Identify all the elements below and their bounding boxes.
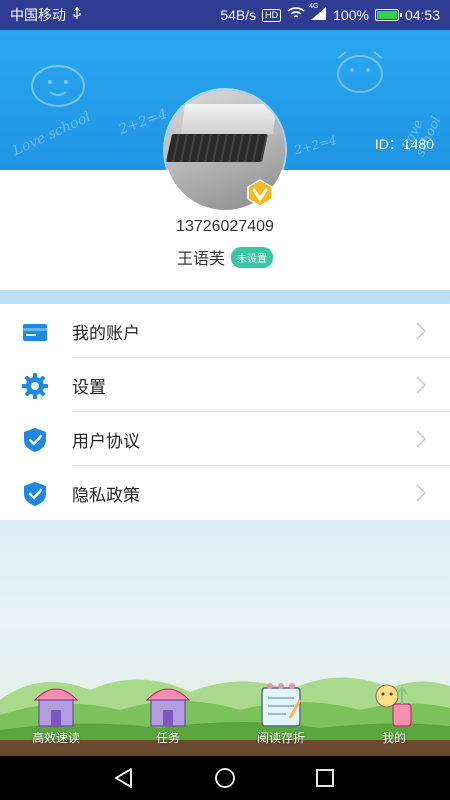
menu-item-label: 设置 xyxy=(72,377,106,397)
usb-icon xyxy=(72,6,82,24)
chevron-right-icon xyxy=(416,322,426,340)
tab-reading-passbook[interactable]: 阅读存折 xyxy=(241,682,321,752)
menu-item-settings[interactable]: 设置 xyxy=(0,358,450,412)
status-badge[interactable]: 未设置 xyxy=(231,246,273,268)
recents-icon[interactable] xyxy=(315,768,335,788)
vip-badge-icon xyxy=(247,179,273,207)
house-icon xyxy=(33,688,79,727)
user-id-label: ID：1480 xyxy=(374,136,434,152)
tab-label: 高效速读 xyxy=(31,731,80,745)
doodle-text: Love school xyxy=(10,109,94,159)
notebook-icon xyxy=(261,683,302,727)
name-row: 王语芙 未设置 xyxy=(0,245,450,269)
menu-item-label: 用户协议 xyxy=(72,431,140,451)
menu-item-label: 隐私政策 xyxy=(72,485,140,505)
battery-icon xyxy=(374,9,402,21)
tab-label: 任务 xyxy=(155,731,180,745)
wifi-icon xyxy=(287,7,305,23)
doodle-face-icon xyxy=(337,51,383,93)
network-type: 4G xyxy=(309,3,319,10)
phone-number: 13726027409 xyxy=(176,218,274,235)
tab-mine[interactable]: 我的 xyxy=(354,682,434,752)
chevron-right-icon xyxy=(416,430,426,448)
menu-item-account[interactable]: 我的账户 xyxy=(0,304,450,358)
card-icon xyxy=(23,324,47,341)
carrier-label: 中国移动 xyxy=(10,7,66,23)
clock: 04:53 xyxy=(404,7,440,23)
house-icon xyxy=(145,688,191,727)
back-icon[interactable] xyxy=(113,767,135,789)
doodle-text: 2+2=4 xyxy=(292,132,339,158)
shield-check-icon xyxy=(24,428,46,452)
tab-speed-reading[interactable]: 高效速读 xyxy=(16,682,96,752)
tab-label: 我的 xyxy=(381,731,406,745)
cell-signal-icon: 4G xyxy=(309,3,327,23)
menu-item-label: 我的账户 xyxy=(72,323,140,343)
chevron-right-icon xyxy=(416,376,426,394)
cartoon-icon xyxy=(375,684,412,727)
tab-label: 阅读存折 xyxy=(256,731,305,745)
user-name: 王语芙 xyxy=(176,251,225,268)
home-icon[interactable] xyxy=(214,767,236,789)
status-bar: 中国移动 54B/s HD 4G 100% 04:53 xyxy=(0,0,450,30)
tab-tasks[interactable]: 任务 xyxy=(128,682,208,752)
gear-icon xyxy=(22,373,48,399)
avatar[interactable] xyxy=(165,90,285,210)
doodle-text: 2+2=4 xyxy=(116,105,170,139)
network-speed: 54B/s xyxy=(220,7,257,23)
avatar-photo-screen xyxy=(180,104,278,134)
avatar-photo-keyboard xyxy=(166,134,268,162)
battery-percent: 100% xyxy=(333,7,369,23)
menu-item-privacy-policy[interactable]: 隐私政策 xyxy=(0,466,450,520)
chevron-right-icon xyxy=(416,484,426,502)
system-navigation-bar xyxy=(0,756,450,800)
shield-check-icon xyxy=(24,482,46,506)
hd-badge: HD xyxy=(262,8,282,22)
menu-list: 我的账户 设置 用户协议 隐私政策 xyxy=(0,304,450,520)
doodle-face-icon xyxy=(31,65,85,107)
menu-item-user-agreement[interactable]: 用户协议 xyxy=(0,412,450,466)
